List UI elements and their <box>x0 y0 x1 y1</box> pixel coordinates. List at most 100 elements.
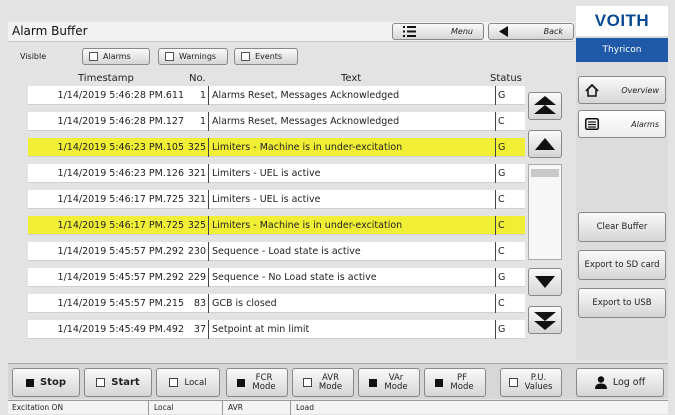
fcr-mode-button[interactable]: FCR Mode <box>226 368 288 397</box>
row-number: 229 <box>184 268 209 287</box>
scrollbar[interactable] <box>528 88 562 338</box>
menu-label: Menu <box>451 27 473 36</box>
arrow-up-icon <box>535 138 555 150</box>
table-row[interactable]: 1/14/2019 5:46:17 PM.725 325 Limiters - Ma… <box>28 216 525 235</box>
nav-alarms-label: Alarms <box>631 119 659 129</box>
row-timestamp: 1/14/2019 5:46:28 PM.127 <box>57 116 184 127</box>
start-label: Start <box>111 377 140 388</box>
row-timestamp: 1/14/2019 5:45:57 PM.292 <box>57 272 184 283</box>
scroll-track-area[interactable] <box>528 164 562 260</box>
local-button[interactable]: Local <box>156 368 220 397</box>
row-text: Limiters - Machine is in under-excitatio… <box>212 142 403 153</box>
row-timestamp: 1/14/2019 5:45:57 PM.292 <box>57 246 184 257</box>
stop-label: Stop <box>39 377 66 388</box>
stop-button[interactable]: Stop <box>12 368 80 397</box>
events-filter-toggle[interactable]: Events <box>234 48 298 65</box>
scroll-bottom-button[interactable] <box>528 306 562 334</box>
warnings-checkbox <box>165 52 174 61</box>
home-icon <box>585 83 599 97</box>
alarm-table: 1/14/2019 5:46:28 PM.611 1 Alarms Reset, M… <box>28 86 525 346</box>
column-header-status: Status <box>490 73 522 84</box>
export-sd-label: Export to SD card <box>584 260 660 270</box>
back-button[interactable]: Back <box>488 23 574 40</box>
row-text: Sequence - Load state is active <box>212 246 361 257</box>
table-row[interactable]: 1/14/2019 5:46:23 PM.126 321 Limiters - UE… <box>28 164 525 183</box>
table-row[interactable]: 1/14/2019 5:45:57 PM.215 83 GCB is closed C <box>28 294 525 313</box>
var-mode-button[interactable]: VAr Mode <box>358 368 420 397</box>
row-text: Sequence - No Load state is active <box>212 272 377 283</box>
visible-label: Visible <box>20 52 47 61</box>
row-text: Limiters - UEL is active <box>212 168 321 179</box>
arrow-down-icon <box>535 276 555 288</box>
table-row[interactable]: 1/14/2019 5:46:28 PM.127 1 Alarms Reset, M… <box>28 112 525 131</box>
scroll-up-button[interactable] <box>528 130 562 158</box>
pf-mode-button[interactable]: PF Mode <box>424 368 486 397</box>
back-arrow-icon <box>499 26 508 37</box>
column-header-text: Text <box>341 73 362 84</box>
pu-values-button[interactable]: P.U. Values <box>500 368 562 397</box>
log-off-label: Log off <box>612 377 646 388</box>
var-indicator-icon <box>369 378 377 387</box>
row-number: 230 <box>184 242 209 261</box>
row-status: C <box>495 294 525 313</box>
alarms-filter-toggle[interactable]: Alarms <box>82 48 150 65</box>
log-off-button[interactable]: Log off <box>576 368 664 397</box>
scroll-thumb[interactable] <box>531 169 559 177</box>
row-text: Alarms Reset, Messages Acknowledged <box>212 90 400 101</box>
back-label: Back <box>543 27 563 36</box>
scroll-top-button[interactable] <box>528 92 562 120</box>
local-label: Local <box>184 377 207 388</box>
pf-indicator-icon <box>435 378 443 387</box>
row-status: C <box>495 242 525 261</box>
row-number: 321 <box>184 190 209 209</box>
page-title: Alarm Buffer <box>12 24 88 38</box>
nav-overview-label: Overview <box>621 85 659 95</box>
avr-mode-button[interactable]: AVR Mode <box>292 368 354 397</box>
status-line: Excitation ON Local AVR Load <box>8 400 668 415</box>
export-usb-label: Export to USB <box>592 298 652 308</box>
clear-buffer-label: Clear Buffer <box>596 222 648 232</box>
alarms-checkbox <box>89 52 98 61</box>
pu-values-label: P.U. Values <box>524 372 553 392</box>
row-number: 1 <box>184 86 209 105</box>
row-status: G <box>495 138 525 157</box>
var-mode-label: VAr Mode <box>384 372 408 392</box>
scroll-down-button[interactable] <box>528 268 562 296</box>
start-button[interactable]: Start <box>84 368 152 397</box>
row-timestamp: 1/14/2019 5:46:17 PM.725 <box>57 194 184 205</box>
column-header-no: No. <box>189 73 206 84</box>
start-indicator-icon <box>96 378 106 387</box>
row-text: GCB is closed <box>212 298 277 309</box>
clear-buffer-button[interactable]: Clear Buffer <box>578 212 666 242</box>
state-status: Load <box>296 403 314 412</box>
row-timestamp: 1/14/2019 5:46:17 PM.725 <box>57 220 184 231</box>
row-text: Limiters - Machine is in under-excitatio… <box>212 220 403 231</box>
row-timestamp: 1/14/2019 5:45:49 PM.492 <box>57 324 184 335</box>
menu-button[interactable]: Menu <box>392 23 484 40</box>
export-usb-button[interactable]: Export to USB <box>578 288 666 318</box>
pu-indicator-icon <box>508 378 518 387</box>
table-row[interactable]: 1/14/2019 5:46:17 PM.725 321 Limiters - UE… <box>28 190 525 209</box>
table-row[interactable]: 1/14/2019 5:45:49 PM.492 37 Setpoint at mi… <box>28 320 525 339</box>
right-panel: VOITH Thyricon Overview Alarms Clear Buf… <box>576 6 668 360</box>
row-status: G <box>495 320 525 339</box>
column-header-timestamp: Timestamp <box>78 73 134 84</box>
export-sd-button[interactable]: Export to SD card <box>578 250 666 280</box>
nav-overview-button[interactable]: Overview <box>578 76 666 104</box>
table-row[interactable]: 1/14/2019 5:45:57 PM.292 229 Sequence - No… <box>28 268 525 287</box>
mode-status: AVR <box>228 403 243 412</box>
row-status: G <box>495 268 525 287</box>
fcr-indicator-icon <box>237 378 245 387</box>
voith-logo: VOITH <box>576 6 668 36</box>
double-arrow-down-icon <box>534 312 556 330</box>
table-row[interactable]: 1/14/2019 5:45:57 PM.292 230 Sequence - Lo… <box>28 242 525 261</box>
row-text: Setpoint at min limit <box>212 324 310 335</box>
status-divider <box>222 401 223 415</box>
table-row[interactable]: 1/14/2019 5:46:23 PM.105 325 Limiters - Ma… <box>28 138 525 157</box>
warnings-filter-toggle[interactable]: Warnings <box>158 48 228 65</box>
table-row[interactable]: 1/14/2019 5:46:28 PM.611 1 Alarms Reset, M… <box>28 86 525 105</box>
nav-alarms-button[interactable]: Alarms <box>578 110 666 138</box>
row-status: C <box>495 112 525 131</box>
row-status: C <box>495 190 525 209</box>
row-timestamp: 1/14/2019 5:45:57 PM.215 <box>57 298 184 309</box>
